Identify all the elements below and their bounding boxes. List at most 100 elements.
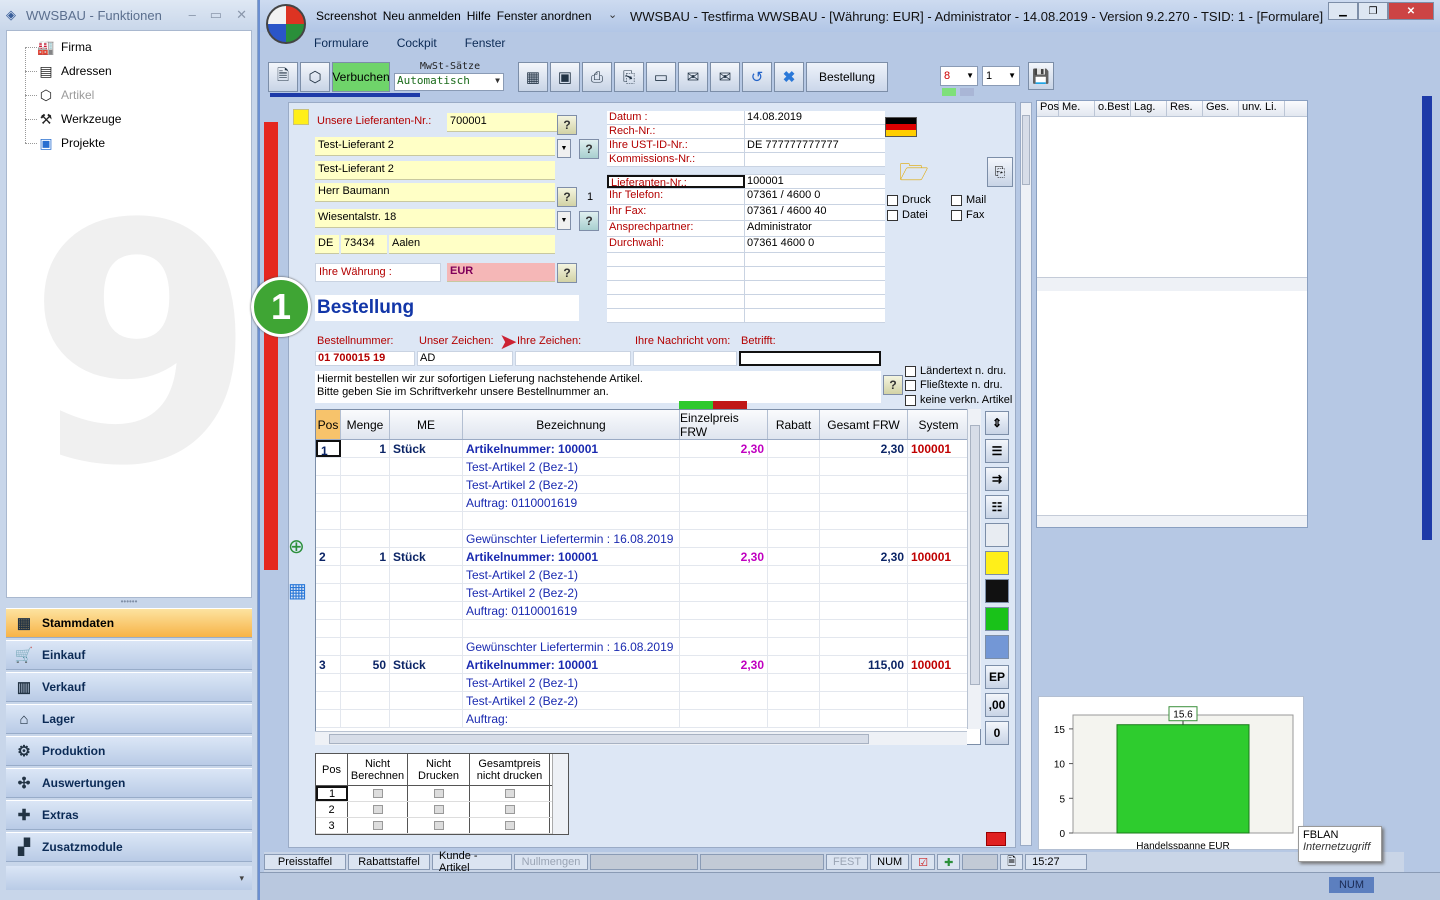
- color-green-button[interactable]: [985, 607, 1009, 631]
- cell-sys[interactable]: [908, 584, 970, 601]
- maximize-icon[interactable]: ▭: [210, 7, 222, 23]
- cell-me[interactable]: [390, 476, 463, 493]
- cell-me[interactable]: [390, 566, 463, 583]
- cell-ges[interactable]: 2,30: [820, 548, 908, 565]
- zip-field[interactable]: 73434: [341, 235, 387, 254]
- rabattstaffel-button[interactable]: Rabattstaffel: [348, 854, 430, 870]
- add-icon[interactable]: ✚: [937, 854, 961, 870]
- table-row[interactable]: Auftrag:: [316, 710, 980, 728]
- cell-bez[interactable]: [463, 620, 680, 637]
- menu-formulare[interactable]: Formulare: [314, 36, 369, 50]
- cancel-icon[interactable]: ✖: [774, 62, 804, 92]
- cell-me[interactable]: [390, 674, 463, 691]
- main-titlebar[interactable]: Screenshot Neu anmelden Hilfe Fenster an…: [260, 0, 1440, 32]
- cell-bez[interactable]: Artikelnummer: 100001: [463, 440, 680, 457]
- cell-sys[interactable]: [908, 620, 970, 637]
- table-row[interactable]: [316, 620, 980, 638]
- chevron-down-icon[interactable]: ⌄: [608, 8, 617, 21]
- cell-bez[interactable]: Test-Artikel 2 (Bez-1): [463, 566, 680, 583]
- cell-menge[interactable]: [341, 566, 390, 583]
- betrifft-field[interactable]: [739, 351, 881, 366]
- help-lookup-icon[interactable]: ?: [579, 211, 599, 231]
- cell-pos[interactable]: 3: [316, 656, 341, 673]
- tree-item-artikel[interactable]: ⬡ Artikel: [35, 84, 94, 106]
- cell-ep[interactable]: [680, 530, 768, 547]
- cell-pos[interactable]: 1: [316, 440, 341, 457]
- ihre-zeichen-field[interactable]: [515, 351, 631, 366]
- cell-sys[interactable]: [908, 602, 970, 619]
- cell-me[interactable]: [390, 692, 463, 709]
- cell-ep[interactable]: [680, 584, 768, 601]
- monitor-icon[interactable]: ▭: [646, 62, 676, 92]
- add-position-icon[interactable]: ⊕: [288, 534, 320, 564]
- cell-sys[interactable]: [908, 710, 970, 727]
- cell-ep[interactable]: [680, 458, 768, 475]
- cell-sys[interactable]: [908, 566, 970, 583]
- cell-rab[interactable]: [768, 602, 820, 619]
- cell-rab[interactable]: [768, 674, 820, 691]
- druck-checkbox[interactable]: Druck: [887, 194, 931, 206]
- menu-cockpit[interactable]: Cockpit: [397, 36, 437, 50]
- cell-pos[interactable]: [316, 494, 341, 511]
- splitter-grip[interactable]: ••••••: [6, 598, 252, 606]
- print-preview-icon[interactable]: ⎘: [614, 62, 644, 92]
- cell-ges[interactable]: [820, 710, 908, 727]
- cell-rab[interactable]: [768, 494, 820, 511]
- bestellung-button[interactable]: Bestellung: [806, 62, 888, 92]
- cell-ges[interactable]: [820, 620, 908, 637]
- page-select[interactable]: 1 ▼: [982, 66, 1020, 86]
- cell-ges[interactable]: [820, 584, 908, 601]
- table-row[interactable]: Test-Artikel 2 (Bez-1): [316, 566, 980, 584]
- mwst-dropdown[interactable]: Automatisch ▼: [394, 73, 504, 91]
- mwst-selector[interactable]: MwSt-Sätze Automatisch ▼: [394, 61, 506, 93]
- intro-text[interactable]: Hiermit bestellen wir zur sofortigen Lie…: [315, 371, 881, 403]
- cell-menge[interactable]: 1: [341, 548, 390, 565]
- fax-checkbox[interactable]: Fax: [951, 209, 984, 221]
- tree-item-firma[interactable]: 🏭 Firma: [35, 36, 91, 58]
- cell-ges[interactable]: [820, 512, 908, 529]
- checklist-icon[interactable]: ☑: [911, 854, 936, 870]
- stock-panel-scrollbar[interactable]: [1037, 277, 1307, 291]
- cell-rab[interactable]: [768, 458, 820, 475]
- cell-rab[interactable]: [768, 566, 820, 583]
- menu-neu-anmelden[interactable]: Neu anmelden: [383, 9, 461, 23]
- copy-document-icon[interactable]: ⎘: [987, 157, 1013, 187]
- menu-screenshot[interactable]: Screenshot: [316, 9, 377, 23]
- cell-ges[interactable]: [820, 530, 908, 547]
- cell-sys[interactable]: 100001: [908, 440, 970, 457]
- cell-ep[interactable]: [680, 602, 768, 619]
- cell-bez[interactable]: Test-Artikel 2 (Bez-1): [463, 674, 680, 691]
- nav-auswertungen[interactable]: ✣ Auswertungen: [6, 768, 252, 798]
- menu-hilfe[interactable]: Hilfe: [467, 9, 491, 23]
- cell-pos[interactable]: [316, 584, 341, 601]
- cell-ep[interactable]: [680, 512, 768, 529]
- ep-button[interactable]: EP: [985, 665, 1009, 689]
- cell-menge[interactable]: [341, 674, 390, 691]
- nav-overflow-chevron[interactable]: ▾: [6, 866, 252, 890]
- cell-rab[interactable]: [768, 530, 820, 547]
- cell-rab[interactable]: [768, 638, 820, 655]
- alert-icon[interactable]: [986, 832, 1006, 846]
- cell-ep[interactable]: [680, 566, 768, 583]
- save-icon[interactable]: 💾: [1028, 62, 1054, 90]
- cell-ges[interactable]: [820, 674, 908, 691]
- tree-item-adressen[interactable]: ▤ Adressen: [35, 60, 111, 82]
- cell-ep[interactable]: [680, 710, 768, 727]
- name2-field[interactable]: Test-Lieferant 2: [315, 161, 555, 180]
- cell-bez[interactable]: Artikelnummer: 100001: [463, 656, 680, 673]
- cell-ep[interactable]: [680, 692, 768, 709]
- help-lookup-icon[interactable]: ?: [579, 139, 599, 159]
- chevron-down-icon[interactable]: ▼: [557, 211, 571, 230]
- table-row[interactable]: Test-Artikel 2 (Bez-2): [316, 476, 980, 494]
- cell-pos[interactable]: [316, 638, 341, 655]
- cell-rab[interactable]: [768, 512, 820, 529]
- datei-checkbox[interactable]: Datei: [887, 209, 928, 221]
- cell-menge[interactable]: [341, 692, 390, 709]
- position-flags-scrollbar[interactable]: [552, 754, 568, 834]
- cell-pos[interactable]: [316, 476, 341, 493]
- help-lookup-icon[interactable]: ?: [557, 263, 577, 283]
- nav-lager[interactable]: ⌂ Lager: [6, 704, 252, 734]
- nav-verkauf[interactable]: ▥ Verkauf: [6, 672, 252, 702]
- cell-pos[interactable]: [316, 620, 341, 637]
- gesamtpreis-nicht-drucken-checkbox[interactable]: [470, 802, 550, 817]
